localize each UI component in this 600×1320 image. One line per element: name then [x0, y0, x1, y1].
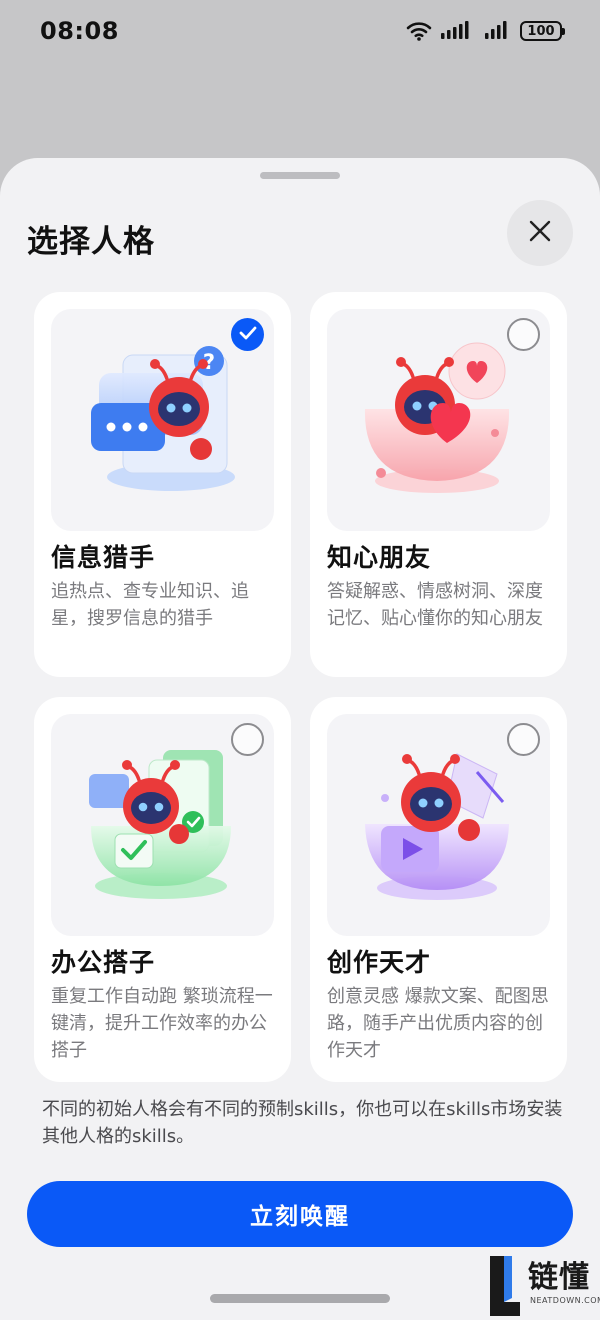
check-icon — [239, 325, 257, 344]
persona-description: 追热点、查专业知识、追星，搜罗信息的猎手 — [51, 581, 249, 629]
selected-check[interactable] — [231, 318, 264, 351]
persona-description: 答疑解惑、情感树洞、深度记忆、贴心懂你的知心朋友 — [327, 581, 543, 629]
status-icons: 100 — [406, 21, 565, 41]
persona-description: 重复工作自动跑 繁琐流程一键清，提升工作效率的办公搭子 — [51, 986, 273, 1061]
persona-card-creative-genius[interactable]: 创作天才 创意灵感 爆款文案、配图思路，随手产出优质内容的创作天才 — [310, 697, 567, 1082]
persona-name: 创作天才 — [327, 948, 432, 977]
close-button[interactable] — [507, 200, 573, 266]
persona-card-close-friend[interactable]: 知心朋友 答疑解惑、情感树洞、深度记忆、贴心懂你的知心朋友 — [310, 292, 567, 677]
persona-description: 创意灵感 爆款文案、配图思路，随手产出优质内容的创作天才 — [327, 986, 549, 1061]
watermark-logo: 链懂 NEATDOWN.COM — [486, 1250, 600, 1320]
sheet-title: 选择人格 — [27, 224, 155, 260]
wifi-icon — [406, 21, 432, 41]
signal-icon — [484, 21, 512, 41]
status-bar: 08:08 100 — [0, 0, 600, 62]
persona-name: 办公搭子 — [51, 948, 156, 977]
select-radio[interactable] — [231, 723, 264, 756]
persona-card-info-hunter[interactable]: ? 信息猎手 追热点、查专业知识、追星，搜罗信息的猎手 — [34, 292, 291, 677]
persona-card-office-partner[interactable]: 办公搭子 重复工作自动跑 繁琐流程一键清，提升工作效率的办公搭子 — [34, 697, 291, 1082]
skills-note: 不同的初始人格会有不同的预制skills，你也可以在skills市场安装其他人格… — [42, 1099, 563, 1147]
wake-button[interactable]: 立刻唤醒 — [27, 1181, 573, 1247]
select-radio[interactable] — [507, 318, 540, 351]
persona-name: 知心朋友 — [327, 543, 432, 572]
home-indicator[interactable] — [210, 1294, 390, 1303]
battery-icon: 100 — [520, 21, 565, 41]
watermark-text: 链懂 — [528, 1260, 590, 1295]
status-time: 08:08 — [40, 17, 119, 45]
watermark-sub: NEATDOWN.COM — [530, 1296, 600, 1305]
select-radio[interactable] — [507, 723, 540, 756]
logo-icon — [486, 1252, 522, 1320]
persona-name: 信息猎手 — [51, 543, 156, 572]
signal-icon — [440, 21, 476, 41]
close-icon — [528, 219, 552, 247]
drag-handle[interactable] — [260, 172, 340, 179]
